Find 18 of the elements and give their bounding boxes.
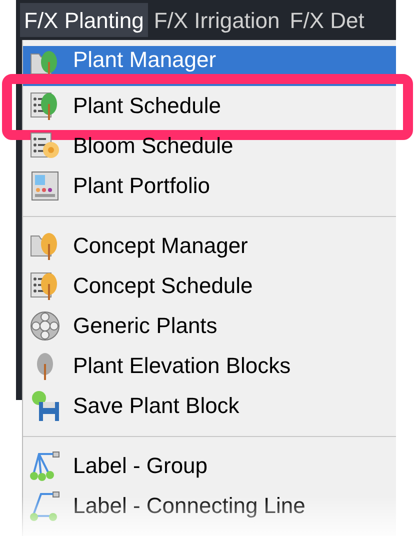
menu-item[interactable]: Label - Connecting Line (23, 486, 396, 526)
menu-item[interactable]: Concept Manager (23, 226, 396, 266)
connecting-line-icon (29, 490, 61, 522)
menu-item[interactable]: Plant Portfolio (23, 166, 396, 206)
portfolio-icon (29, 170, 61, 202)
menu-item[interactable]: Plant Schedule (23, 86, 396, 126)
menu-item[interactable]: Save Plant Block (23, 386, 396, 426)
menu-bar-item[interactable]: F/X Planting (20, 3, 148, 37)
menu-bar-item[interactable]: F/X Irrigation (150, 3, 284, 37)
menu-item[interactable]: Generic Plants (23, 306, 396, 346)
menu-item[interactable]: Plant Elevation Blocks (23, 346, 396, 386)
floppy-disk-icon (29, 390, 61, 422)
menu-item[interactable]: Label - Group (23, 446, 396, 486)
menu-bar-item[interactable]: F/X Det (286, 3, 368, 37)
flower-icon (29, 310, 61, 342)
menu-item[interactable]: Bloom Schedule (23, 126, 396, 166)
menu-item[interactable]: Concept Schedule (23, 266, 396, 306)
group-label-icon (29, 450, 61, 482)
